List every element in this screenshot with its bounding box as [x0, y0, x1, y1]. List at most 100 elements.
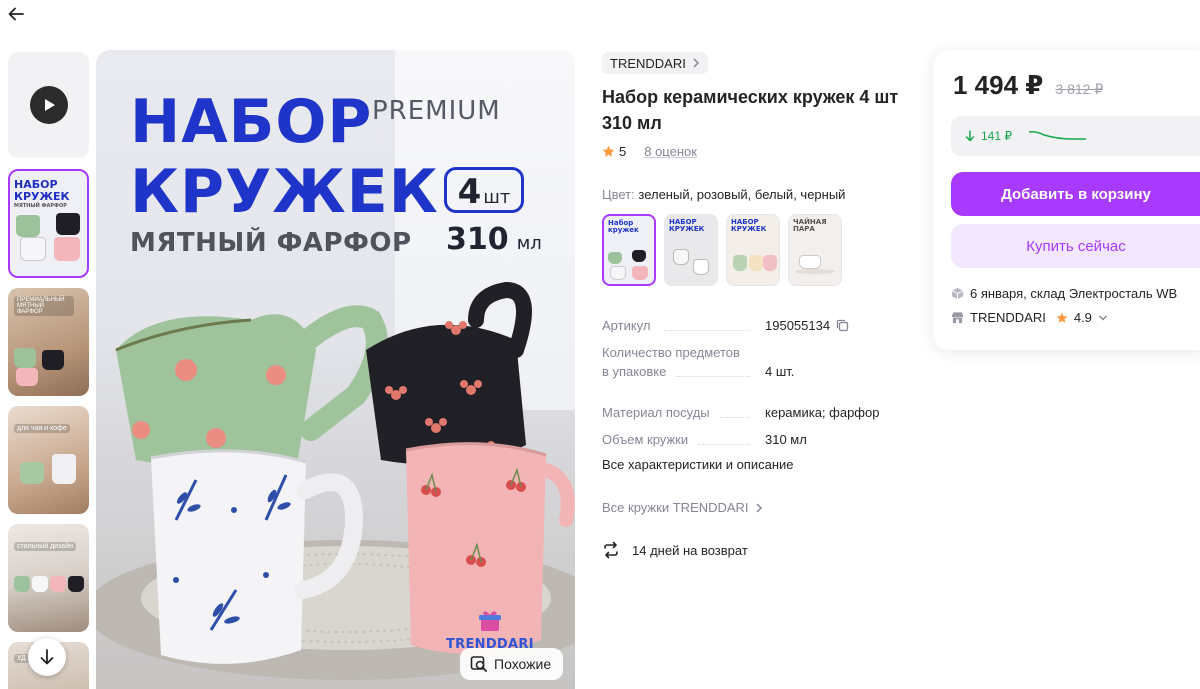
similar-label: Похожие [494, 656, 552, 672]
thumb-mug-pink [54, 237, 80, 261]
old-price: 3 812 ₽ [1055, 81, 1104, 97]
rating-value: 5 [619, 144, 627, 159]
thumb-title-line2: КРУЖЕК [14, 190, 70, 203]
thumb-mug-white [20, 237, 46, 261]
spec-value: 310 мл [765, 432, 807, 447]
brand-name: TRENDDARI [610, 55, 686, 71]
price-card: 1 494 ₽ 3 812 ₽ 141 ₽ Добавить в корзину… [933, 50, 1200, 350]
thumbnail-2[interactable]: ПРЕМИАЛЬНЫЙ МЯТНЫЙ ФАРФОР [8, 288, 89, 396]
product-title: Набор керамических кружек 4 шт 310 мл [602, 87, 899, 133]
thumbnail-video[interactable] [8, 52, 89, 158]
delivery-info: 6 января, склад Электросталь WB [951, 286, 1177, 301]
spec-value: 195055134 [765, 318, 831, 333]
thumb-mug-green [16, 215, 40, 237]
thumbnail-4[interactable]: стильный дизайн [8, 524, 89, 632]
returns-info: 14 дней на возврат [602, 541, 748, 559]
thumbnail-3[interactable]: для чая и кофе [8, 406, 89, 514]
image-subtitle: МЯТНЫЙ ФАРФОР [130, 228, 412, 258]
thumbnail-list: НАБОР КРУЖЕК МЯТНЫЙ ФАРФОР ПРЕМИАЛЬНЫЙ М… [8, 52, 90, 689]
all-brand-link[interactable]: Все кружки TRENDDARI [602, 500, 763, 515]
seller-name: TRENDDARI [970, 310, 1046, 325]
spec-row-quantity: Количество предметов в упаковке 4 шт. [602, 343, 902, 381]
price-history-widget[interactable]: 141 ₽ [951, 116, 1200, 156]
swatch-mug [693, 259, 709, 275]
scroll-down-button[interactable] [28, 638, 66, 676]
image-title-line2: КРУЖЕК [130, 157, 439, 227]
spec-row-volume: Объем кружки 310 мл [602, 430, 902, 449]
all-brand-label: Все кружки TRENDDARI [602, 500, 749, 515]
spec-name: Объем кружки [602, 432, 689, 447]
similar-button[interactable]: Похожие [460, 648, 564, 680]
star-icon [602, 145, 615, 157]
count-badge: 4 шт [444, 167, 524, 213]
color-label-prefix: Цвет: [602, 187, 635, 202]
thumb-caption-3: для чая и кофе [14, 424, 70, 433]
thumb-caption-2: ПРЕМИАЛЬНЫЙ МЯТНЫЙ ФАРФОР [14, 296, 74, 316]
color-swatches: Набор кружек НАБОР КРУЖЕК НАБОР КРУЖЕК Ч… [602, 214, 842, 286]
swatch-mug [749, 255, 763, 271]
spec-value: керамика; фарфор [765, 405, 880, 420]
swatch-title: Набор кружек [608, 219, 639, 234]
count-number: 4 [457, 172, 482, 212]
swatch-mug [733, 255, 747, 271]
thumb-mug [32, 576, 48, 592]
brand-logo: TRENDDARI [446, 610, 534, 652]
swatch-1[interactable]: Набор кружек [602, 214, 656, 286]
delivery-text: 6 января, склад Электросталь WB [970, 286, 1178, 301]
thumb-mug [14, 348, 36, 368]
swatch-title: НАБОР КРУЖЕК [731, 218, 767, 233]
swatch-mug [610, 266, 626, 280]
spec-leader [676, 376, 750, 377]
swatch-title: НАБОР КРУЖЕК [669, 218, 705, 233]
spec-name: Материал посуды [602, 405, 710, 420]
thumb-mug-black [56, 213, 80, 235]
swatch-3[interactable]: НАБОР КРУЖЕК [726, 214, 780, 286]
count-unit: шт [483, 187, 511, 208]
thumb-mug [16, 368, 38, 386]
back-button[interactable] [6, 4, 26, 24]
thumb-mug [14, 576, 30, 592]
image-premium-label: PREMIUM [372, 96, 501, 126]
add-to-cart-button[interactable]: Добавить в корзину [951, 172, 1200, 216]
brand-link[interactable]: TRENDDARI [602, 52, 708, 74]
swatch-mug [632, 250, 646, 262]
swatch-mug [608, 252, 622, 264]
spec-name: Артикул [602, 318, 651, 333]
reviews-link[interactable]: 8 оценок [644, 144, 697, 159]
volume-number: 310 [446, 222, 509, 257]
thumb-mug [50, 576, 66, 592]
returns-label: 14 дней на возврат [632, 542, 748, 558]
spec-value: 4 шт. [765, 364, 795, 379]
spec-value-article: 195055134 [765, 316, 849, 335]
price-trend-sparkline [1028, 131, 1086, 140]
spec-leader [664, 330, 750, 331]
arrow-left-icon [8, 7, 24, 21]
spec-row-article: Артикул 195055134 [602, 316, 902, 335]
swatch-2[interactable]: НАБОР КРУЖЕК [664, 214, 718, 286]
copy-icon[interactable] [836, 319, 849, 332]
volume-unit: мл [516, 233, 542, 254]
swatch-mug [763, 255, 777, 271]
main-product-image[interactable]: НАБОР PREMIUM КРУЖЕК МЯТНЫЙ ФАРФОР 4 шт … [96, 50, 575, 689]
spec-leader [720, 417, 750, 418]
thumb-title-line3: МЯТНЫЙ ФАРФОР [14, 203, 67, 209]
price-row: 1 494 ₽ 3 812 ₽ [953, 70, 1103, 101]
price-drop-value: 141 ₽ [981, 129, 1012, 143]
swatch-4[interactable]: ЧАЙНАЯ ПАРА [788, 214, 842, 286]
thumbnail-1[interactable]: НАБОР КРУЖЕК МЯТНЫЙ ФАРФОР [8, 169, 89, 278]
thumb-title-line1: НАБОР [14, 178, 58, 191]
swatch-cup [799, 255, 821, 269]
store-icon [951, 312, 964, 324]
thumb-mug [20, 462, 44, 484]
image-title-line1: НАБОР [130, 87, 373, 157]
buy-now-button[interactable]: Купить сейчас [951, 224, 1200, 268]
spec-leader [698, 444, 750, 445]
all-specs-link[interactable]: Все характеристики и описание [602, 457, 794, 472]
seller-link[interactable]: TRENDDARI 4.9 [951, 310, 1108, 325]
gift-logo-icon [478, 611, 501, 631]
color-value: зеленый, розовый, белый, черный [638, 187, 846, 202]
thumb-mug [52, 454, 76, 484]
play-icon [29, 86, 68, 124]
spec-name-line2: в упаковке [602, 364, 667, 379]
warehouse-box-icon [951, 287, 964, 300]
